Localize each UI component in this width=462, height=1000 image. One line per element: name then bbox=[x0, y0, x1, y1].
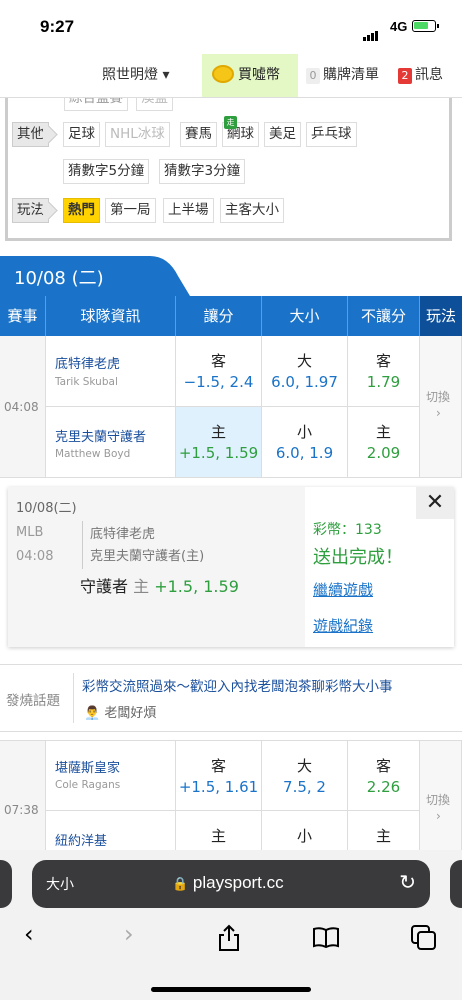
away-spread-cell[interactable]: 客 +1.5, 1.61 bbox=[176, 740, 262, 811]
home-ml-cell[interactable]: 主 2.09 bbox=[348, 407, 420, 478]
status-bar: 9:27 4G bbox=[0, 0, 462, 54]
game-time: 04:08 bbox=[4, 400, 39, 414]
switch-cell[interactable]: 切換 › bbox=[420, 336, 462, 478]
home-team-name[interactable]: 克里夫蘭守護者 bbox=[55, 426, 146, 445]
bet-summary: 10/08(二) MLB 04:08 底特律老虎 克里夫蘭守護者(主) 守護者 … bbox=[8, 487, 305, 647]
home-spread-cell[interactable]: 主 +1.5, 1.59 bbox=[176, 407, 262, 478]
header-moneyline: 不讓分 bbox=[348, 296, 420, 336]
chip-guess-5[interactable]: 猜數字5分鐘 bbox=[63, 159, 150, 184]
prev-tab-pill[interactable] bbox=[0, 860, 12, 908]
header-total: 大小 bbox=[262, 296, 348, 336]
away-team-name[interactable]: 堪薩斯皇家 bbox=[55, 757, 120, 776]
home-team-name[interactable]: 紐約洋基 bbox=[55, 830, 107, 849]
home-total-cell[interactable]: 小 6.0, 1.9 bbox=[262, 407, 348, 478]
chip-guess-3[interactable]: 猜數字3分鐘 bbox=[159, 159, 246, 184]
signal-icon bbox=[363, 22, 379, 41]
away-pitcher: Cole Ragans bbox=[55, 779, 121, 791]
away-total-cell[interactable]: 大 7.5, 2 bbox=[262, 740, 348, 811]
coin-icon bbox=[212, 65, 234, 83]
chip-horse[interactable]: 賽馬 bbox=[180, 122, 217, 147]
chip-first-inning[interactable]: 第一局 bbox=[105, 198, 156, 223]
record-link[interactable]: 遊戲紀錄 bbox=[313, 615, 373, 636]
back-icon[interactable]: ‹ bbox=[24, 920, 34, 948]
battery-icon bbox=[412, 20, 439, 32]
bookmarks-icon[interactable] bbox=[312, 926, 340, 948]
away-ml-cell[interactable]: 客 2.26 bbox=[348, 740, 420, 811]
header-team: 球隊資訊 bbox=[46, 296, 176, 336]
top-nav: 照世明燈 ▾ 買噓幣 0 購牌清單 2 訊息 bbox=[0, 54, 462, 98]
card-zigzag bbox=[300, 487, 305, 647]
cart-count: 0 bbox=[306, 68, 320, 84]
game-time: 07:38 bbox=[4, 803, 39, 817]
game-time-cell: 04:08 bbox=[0, 336, 46, 478]
reload-icon[interactable]: ↻ bbox=[399, 870, 416, 894]
address-bar[interactable]: 大小 🔒 playsport.cc ↻ bbox=[32, 860, 430, 908]
forward-icon[interactable]: › bbox=[124, 920, 134, 948]
header-spread: 讓分 bbox=[176, 296, 262, 336]
away-pitcher: Tarik Skubal bbox=[55, 376, 118, 388]
continue-link[interactable]: 繼續遊戲 bbox=[313, 579, 373, 600]
topic-title[interactable]: 彩幣交流照過來～歡迎入內找老闆泡茶聊彩幣大小事 bbox=[82, 675, 393, 695]
tabs-icon[interactable] bbox=[410, 924, 438, 950]
buy-coins-button[interactable]: 買噓幣 bbox=[202, 54, 298, 97]
topic-author: 👨‍💼 老闆好煩 bbox=[84, 706, 157, 721]
bet-confirm-card: 10/08(二) MLB 04:08 底特律老虎 克里夫蘭守護者(主) 守護者 … bbox=[8, 487, 454, 647]
chip-partial-1[interactable]: 綜合監賽 bbox=[64, 98, 128, 111]
text-size-button[interactable]: 大小 bbox=[46, 874, 74, 894]
chip-first-half[interactable]: 上半場 bbox=[163, 198, 214, 223]
lock-icon: 🔒 bbox=[172, 876, 189, 891]
home-pitcher: Matthew Boyd bbox=[55, 448, 131, 460]
chevron-right-icon: › bbox=[436, 809, 441, 823]
topic-divider bbox=[73, 673, 74, 723]
away-ml-cell[interactable]: 客 1.79 bbox=[348, 336, 420, 407]
other-label: 其他 bbox=[12, 122, 49, 147]
card-time: 04:08 bbox=[16, 549, 54, 564]
card-away: 底特律老虎 bbox=[90, 527, 156, 542]
card-home: 克里夫蘭守護者(主) bbox=[90, 549, 205, 564]
date-bar: 10/08 (二) bbox=[0, 256, 462, 296]
table-header: 賽事 球隊資訊 讓分 大小 不讓分 玩法 bbox=[0, 296, 462, 336]
walk-tag: 走 bbox=[224, 116, 237, 129]
chip-home-away-total[interactable]: 主客大小 bbox=[220, 198, 284, 223]
header-play: 玩法 bbox=[420, 296, 462, 336]
url-domain: 🔒 playsport.cc bbox=[172, 873, 284, 892]
messages-button[interactable]: 2 訊息 bbox=[398, 54, 443, 97]
card-pick: 守護者 主 +1.5, 1.59 bbox=[80, 577, 239, 596]
switch-label: 切換 bbox=[426, 390, 451, 404]
away-spread-cell[interactable]: 客 −1.5, 2.4 bbox=[176, 336, 262, 407]
user-icon: 👨‍💼 bbox=[84, 706, 101, 721]
switch-label: 切換 bbox=[426, 793, 451, 807]
chip-american-football[interactable]: 美足 bbox=[264, 122, 301, 147]
clock: 9:27 bbox=[40, 17, 75, 36]
network-label: 4G bbox=[390, 19, 408, 34]
date-label: 10/08 (二) bbox=[14, 268, 104, 289]
cart-button[interactable]: 0 購牌清單 bbox=[306, 54, 379, 97]
chevron-right-icon: › bbox=[436, 406, 441, 420]
away-team-name[interactable]: 底特律老虎 bbox=[55, 353, 120, 372]
topic-label: 發燒話題 bbox=[6, 693, 60, 709]
chip-partial-2[interactable]: 澳監 bbox=[136, 98, 173, 111]
away-total-cell[interactable]: 大 6.0, 1.97 bbox=[262, 336, 348, 407]
submit-done: 送出完成！ bbox=[313, 547, 403, 568]
share-icon[interactable] bbox=[217, 924, 241, 952]
hot-topic[interactable]: 發燒話題 彩幣交流照過來～歡迎入內找老闆泡茶聊彩幣大小事 👨‍💼 老闆好煩 bbox=[0, 664, 462, 732]
chip-hot[interactable]: 熱門 bbox=[63, 198, 100, 223]
lamp-menu[interactable]: 照世明燈 ▾ bbox=[102, 54, 169, 97]
home-indicator bbox=[151, 987, 311, 992]
next-tab-pill[interactable] bbox=[450, 860, 462, 908]
card-league: MLB bbox=[16, 525, 44, 540]
chip-football[interactable]: 足球 bbox=[63, 122, 100, 147]
message-count: 2 bbox=[398, 68, 412, 84]
card-divider bbox=[82, 521, 83, 569]
play-label: 玩法 bbox=[12, 198, 49, 223]
close-button[interactable]: ✕ bbox=[416, 487, 454, 519]
header-event: 賽事 bbox=[0, 296, 46, 336]
chip-pingpong[interactable]: 乒乓球 bbox=[306, 122, 357, 147]
chip-nhl[interactable]: NHL冰球 bbox=[105, 122, 170, 147]
coin-balance: 彩幣：133 bbox=[313, 522, 382, 538]
card-date: 10/08(二) bbox=[16, 501, 77, 516]
